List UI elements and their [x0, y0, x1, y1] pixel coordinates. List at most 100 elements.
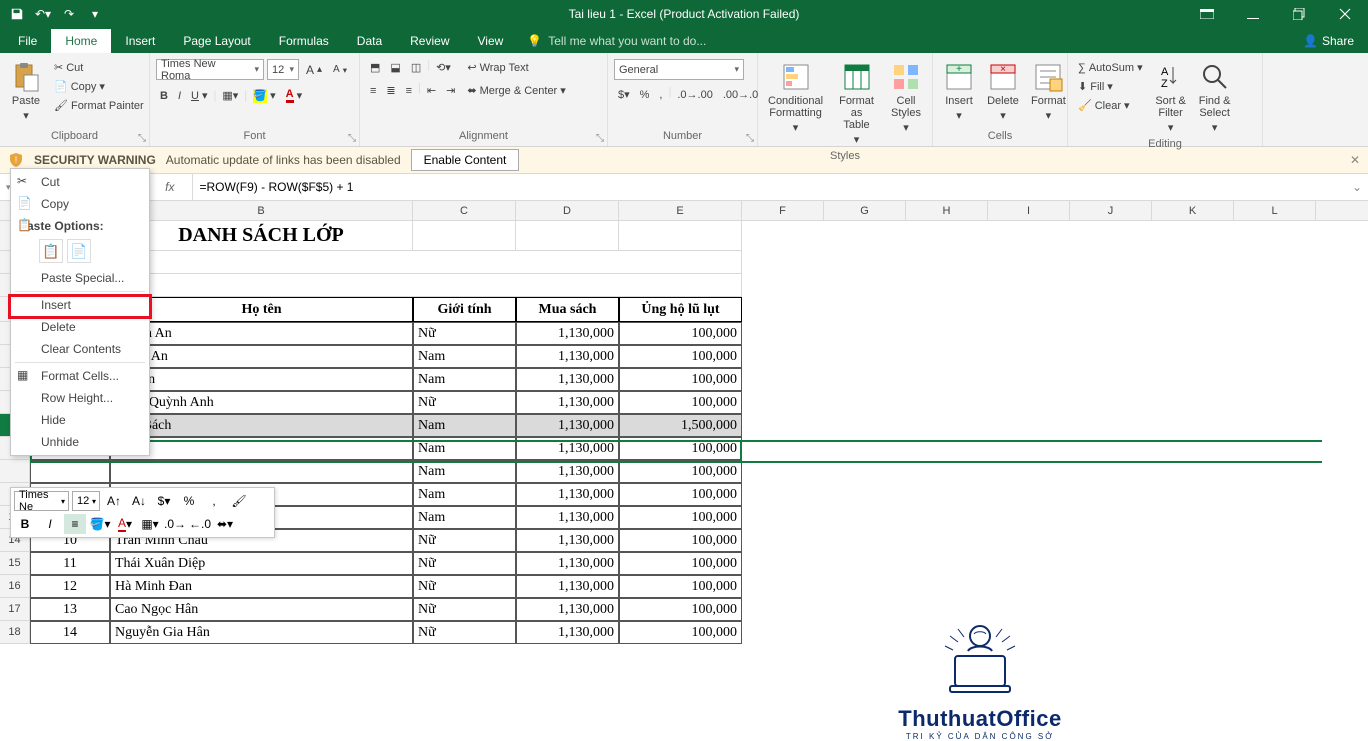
share-button[interactable]: 👤 Share	[1289, 29, 1368, 53]
conditional-formatting-button[interactable]: Conditional Formatting▾	[764, 59, 827, 136]
column-name-header[interactable]: Họ tên	[110, 297, 413, 322]
mini-font-size[interactable]: 12	[72, 491, 100, 511]
font-dialog-icon[interactable]: ⤡	[348, 133, 356, 144]
mini-comma[interactable]: ,	[203, 491, 225, 511]
mini-align-center[interactable]: ≡	[64, 514, 86, 534]
mini-font-color[interactable]: A▾	[114, 514, 136, 534]
bold-button[interactable]: B	[156, 88, 172, 104]
fill-button[interactable]: ⬇Fill▾	[1074, 78, 1147, 95]
decrease-decimal-icon[interactable]: .00→.0	[719, 86, 762, 103]
column-header[interactable]: B	[110, 201, 413, 220]
clipboard-dialog-icon[interactable]: ⤡	[138, 133, 146, 144]
decrease-indent-icon[interactable]: ⇤	[423, 82, 440, 99]
column-header[interactable]: F	[742, 201, 824, 220]
column-header[interactable]: D	[516, 201, 619, 220]
number-dialog-icon[interactable]: ⤡	[746, 133, 754, 144]
mini-shrink-font[interactable]: A↓	[128, 491, 150, 511]
align-center-icon[interactable]: ≣	[382, 82, 399, 99]
save-icon[interactable]	[6, 3, 28, 25]
tab-page-layout[interactable]: Page Layout	[169, 29, 264, 53]
restore-icon[interactable]	[1276, 0, 1322, 28]
column-header[interactable]: L	[1234, 201, 1316, 220]
mini-font-name[interactable]: Times Ne	[14, 491, 69, 511]
row-header[interactable]: 17	[0, 598, 30, 621]
format-as-table-button[interactable]: Format as Table▾	[831, 59, 882, 148]
wrap-text-button[interactable]: ↩Wrap Text	[463, 59, 569, 76]
cell-styles-button[interactable]: Cell Styles▾	[886, 59, 926, 136]
enable-content-button[interactable]: Enable Content	[411, 149, 520, 171]
mini-decrease-decimal[interactable]: ←.0	[189, 514, 211, 534]
mini-increase-decimal[interactable]: .0→	[164, 514, 186, 534]
ctx-row-height[interactable]: Row Height...	[11, 387, 149, 409]
ctx-clear-contents[interactable]: Clear Contents	[11, 338, 149, 360]
expand-formula-bar-icon[interactable]: ⌄	[1346, 180, 1368, 194]
underline-button[interactable]: U▾	[187, 87, 211, 104]
column-header[interactable]: G	[824, 201, 906, 220]
align-right-icon[interactable]: ≡	[402, 82, 416, 99]
ctx-cut[interactable]: ✂Cut	[11, 171, 149, 193]
increase-decimal-icon[interactable]: .0→.00	[673, 86, 716, 103]
column-gender-header[interactable]: Giới tính	[413, 297, 516, 322]
percent-format-icon[interactable]: %	[636, 86, 654, 103]
clear-button[interactable]: 🧹Clear▾	[1074, 97, 1147, 114]
column-header[interactable]: I	[988, 201, 1070, 220]
mini-borders[interactable]: ▦▾	[139, 514, 161, 534]
paste-button[interactable]: Paste▾	[6, 59, 46, 124]
merge-center-button[interactable]: ⬌Merge & Center▾	[463, 82, 569, 99]
font-color-button[interactable]: A▾	[282, 86, 306, 105]
ctx-format-cells[interactable]: ▦Format Cells...	[11, 365, 149, 387]
tab-formulas[interactable]: Formulas	[265, 29, 343, 53]
increase-indent-icon[interactable]: ⇥	[442, 82, 459, 99]
ctx-delete[interactable]: Delete	[11, 316, 149, 338]
mini-accounting[interactable]: $▾	[153, 491, 175, 511]
mini-format-painter[interactable]: 🖌	[228, 491, 250, 511]
alignment-dialog-icon[interactable]: ⤡	[596, 133, 604, 144]
qat-dropdown-icon[interactable]: ▾	[84, 3, 106, 25]
fill-color-button[interactable]: 🪣▾	[249, 87, 280, 105]
align-top-icon[interactable]: ⬒	[366, 59, 384, 76]
undo-icon[interactable]: ↶▾	[32, 3, 54, 25]
formula-input[interactable]	[193, 180, 1345, 194]
accounting-format-icon[interactable]: $▾	[614, 86, 634, 103]
insert-cells-button[interactable]: +Insert▾	[939, 59, 979, 124]
worksheet-grid[interactable]: DANH SÁCH LỚP Họ tên Giới tính Mua sách …	[0, 221, 1368, 644]
shrink-font-icon[interactable]: A▾	[329, 59, 351, 80]
minimize-icon[interactable]	[1230, 0, 1276, 28]
format-painter-button[interactable]: 🖌Format Painter	[50, 97, 148, 114]
borders-button[interactable]: ▦▾	[218, 87, 242, 104]
column-header[interactable]: E	[619, 201, 742, 220]
tab-home[interactable]: Home	[51, 29, 111, 53]
column-header[interactable]: J	[1070, 201, 1152, 220]
autosum-button[interactable]: ∑AutoSum▾	[1074, 59, 1147, 76]
close-warning-icon[interactable]: ✕	[1350, 153, 1360, 167]
tellme-search[interactable]: 💡 Tell me what you want to do...	[517, 29, 716, 53]
tab-view[interactable]: View	[464, 29, 518, 53]
ctx-copy[interactable]: 📄Copy	[11, 193, 149, 215]
close-icon[interactable]	[1322, 0, 1368, 28]
mini-fill-color[interactable]: 🪣▾	[89, 514, 111, 534]
align-bottom-icon[interactable]: ◫	[407, 59, 425, 76]
fx-icon[interactable]: fx	[157, 180, 182, 194]
copy-button[interactable]: 📄Copy▾	[50, 78, 148, 95]
column-header[interactable]: H	[906, 201, 988, 220]
tab-file[interactable]: File	[4, 29, 51, 53]
italic-button[interactable]: I	[174, 88, 185, 104]
column-header[interactable]: K	[1152, 201, 1234, 220]
format-cells-button[interactable]: Format▾	[1027, 59, 1070, 124]
find-select-button[interactable]: Find & Select▾	[1195, 59, 1235, 136]
tab-review[interactable]: Review	[396, 29, 463, 53]
row-header[interactable]	[0, 460, 30, 483]
comma-format-icon[interactable]: ,	[655, 86, 666, 103]
tab-data[interactable]: Data	[343, 29, 396, 53]
number-format-dropdown[interactable]: General	[614, 59, 744, 80]
font-size-dropdown[interactable]: 12	[267, 59, 299, 80]
tab-insert[interactable]: Insert	[111, 29, 169, 53]
ctx-paste-special[interactable]: Paste Special...	[11, 267, 149, 289]
column-flood-header[interactable]: Ủng hộ lũ lụt	[619, 297, 742, 322]
align-left-icon[interactable]: ≡	[366, 82, 380, 99]
column-header[interactable]: C	[413, 201, 516, 220]
sort-filter-button[interactable]: AZSort & Filter▾	[1151, 59, 1191, 136]
row-header[interactable]: 16	[0, 575, 30, 598]
sheet-title[interactable]: DANH SÁCH LỚP	[110, 221, 413, 251]
row-header[interactable]: 18	[0, 621, 30, 644]
